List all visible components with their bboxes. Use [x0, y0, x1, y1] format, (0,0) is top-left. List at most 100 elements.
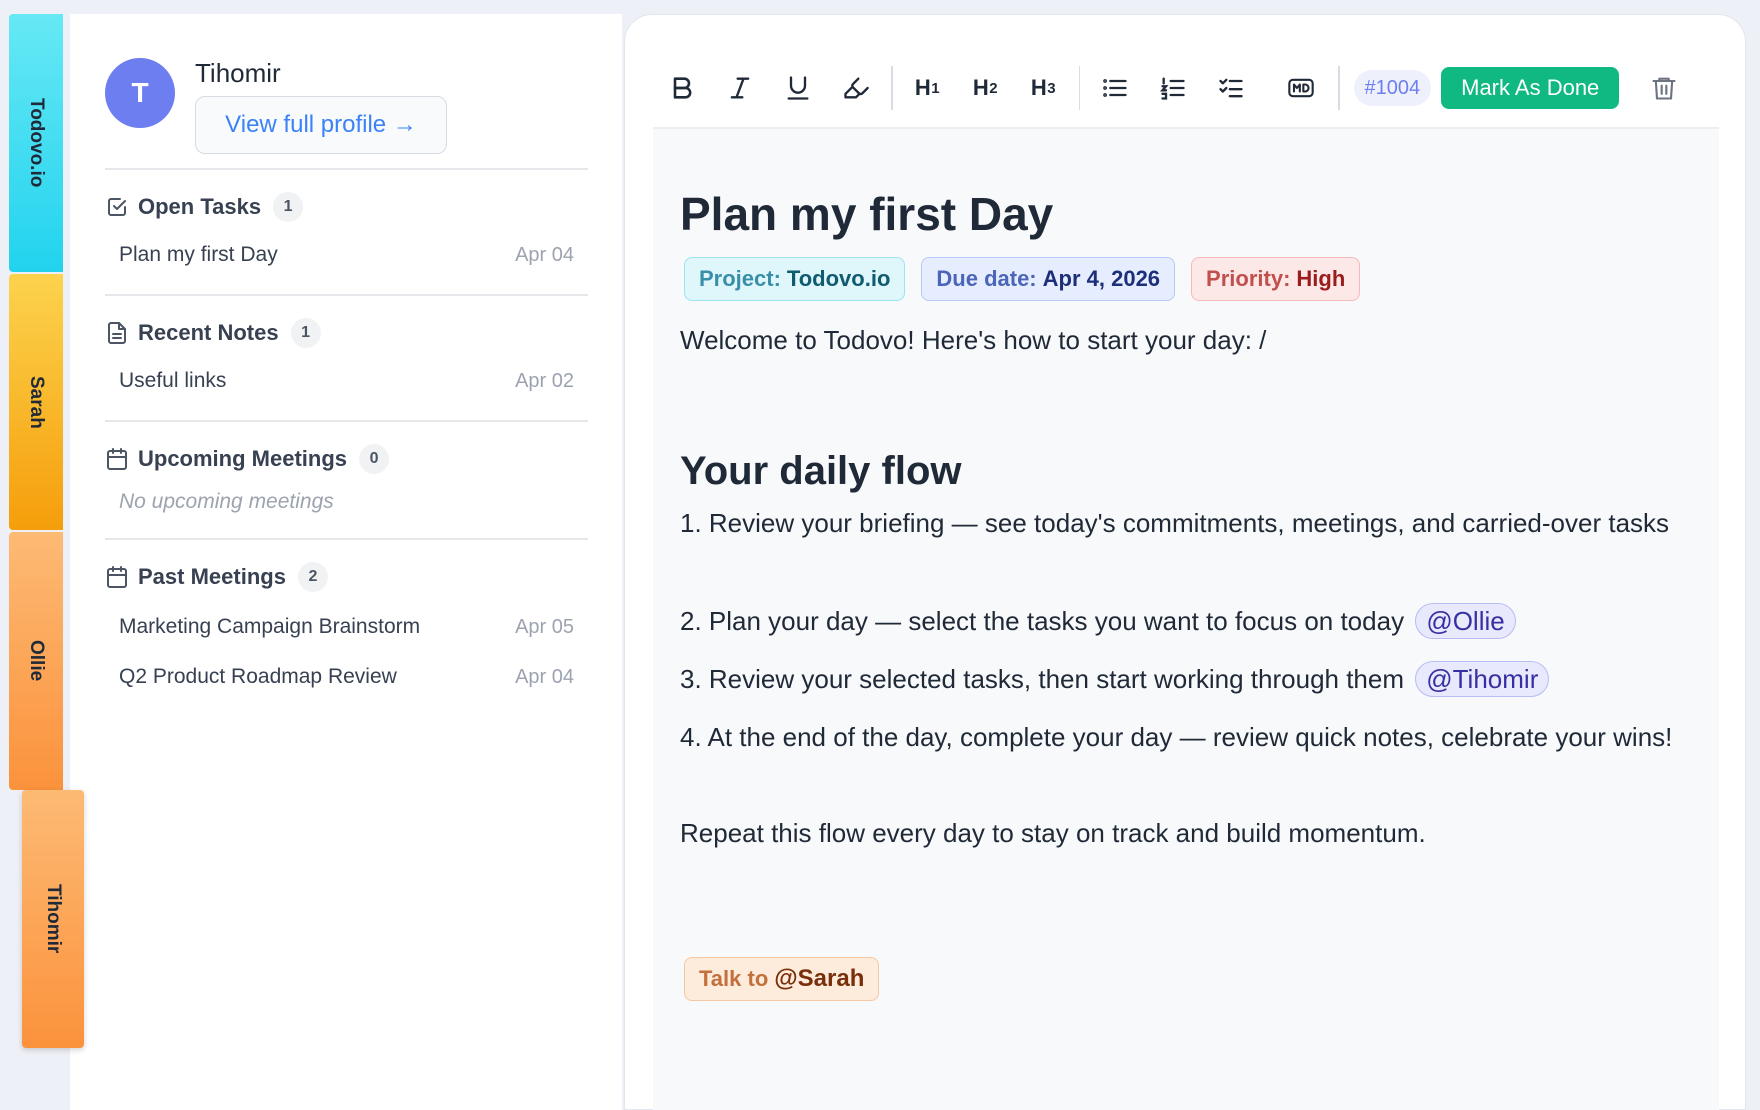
meeting-item[interactable]: Q2 Product Roadmap Review Apr 04 — [105, 652, 588, 702]
tab-sarah-label: Sarah — [26, 375, 47, 429]
bullet-list-button[interactable] — [1086, 63, 1144, 113]
section-heading: Your daily flow — [680, 449, 962, 493]
calendar-icon — [107, 566, 127, 588]
step-2: 2. Plan your day — select the tasks you … — [680, 599, 1690, 643]
talk-key: Talk to — [699, 966, 769, 991]
due-key: Due date: — [936, 266, 1037, 291]
tab-ollie[interactable]: Ollie — [9, 532, 63, 790]
step-1: 1. Review your briefing — see today's co… — [680, 501, 1690, 545]
past-meetings-count: 2 — [297, 562, 328, 592]
tab-todovo[interactable]: Todovo.io — [9, 14, 63, 272]
delete-button[interactable] — [1635, 63, 1693, 113]
project-value: Todovo.io — [786, 266, 891, 291]
step-4: 4. At the end of the day, complete your … — [680, 715, 1690, 759]
sidebar-panel: T Tihomir View full profile → Open Tasks… — [70, 14, 622, 1110]
underline-icon — [787, 76, 809, 100]
step-3: 3. Review your selected tasks, then star… — [680, 657, 1690, 701]
tab-tihomir-label: Tihomir — [43, 884, 64, 954]
checklist-button[interactable] — [1202, 63, 1260, 113]
markdown-button[interactable] — [1272, 63, 1330, 113]
italic-icon — [730, 77, 750, 99]
divider — [105, 168, 588, 170]
bullet-list-icon — [1103, 79, 1127, 97]
tab-ollie-label: Ollie — [26, 640, 47, 682]
step-1-text: 1. Review your briefing — see today's co… — [680, 508, 1670, 538]
note-item-label: Useful links — [119, 369, 227, 392]
task-item-label: Plan my first Day — [119, 243, 278, 266]
numbered-list-button[interactable] — [1144, 63, 1202, 113]
checklist-icon — [1219, 78, 1243, 98]
bold-button[interactable] — [653, 63, 711, 113]
empty-meetings-text: No upcoming meetings — [119, 490, 334, 513]
closing-text: Repeat this flow every day to stay on tr… — [680, 818, 1426, 848]
step-4-text: 4. At the end of the day, complete your … — [680, 722, 1673, 752]
recent-notes-title: Recent Notes — [138, 320, 279, 345]
underline-button[interactable] — [769, 63, 827, 113]
view-profile-button[interactable]: View full profile → — [195, 96, 447, 154]
italic-button[interactable] — [711, 63, 769, 113]
project-badge[interactable]: Project: Todovo.io — [684, 257, 906, 301]
document-title[interactable]: Plan my first Day — [680, 187, 1053, 241]
divider — [105, 294, 588, 296]
meeting-item[interactable]: Marketing Campaign Brainstorm Apr 05 — [105, 602, 588, 652]
note-item-date: Apr 02 — [515, 369, 574, 392]
meeting-item-label: Marketing Campaign Brainstorm — [119, 615, 421, 638]
h1-sub: 1 — [931, 79, 941, 97]
mention-chip[interactable]: @Tihomir — [1415, 661, 1550, 697]
priority-value: High — [1296, 266, 1346, 291]
heading3-button[interactable]: H3 — [1015, 63, 1073, 113]
meeting-item-label: Q2 Product Roadmap Review — [119, 665, 397, 688]
tab-tihomir[interactable]: Tihomir — [22, 790, 84, 1048]
open-tasks-title: Open Tasks — [138, 194, 262, 219]
tab-todovo-label: Todovo.io — [26, 98, 47, 188]
calendar-icon — [107, 448, 127, 470]
note-item[interactable]: Useful links Apr 02 — [105, 356, 588, 406]
meeting-item-date: Apr 04 — [515, 665, 574, 688]
mark-as-done-button[interactable]: Mark As Done — [1441, 67, 1620, 109]
talk-value: @Sarah — [774, 965, 865, 992]
divider — [105, 420, 588, 422]
upcoming-meetings-count: 0 — [359, 444, 390, 474]
bold-icon — [673, 77, 692, 99]
checkbox-icon — [108, 198, 126, 216]
upcoming-meetings-title: Upcoming Meetings — [138, 446, 348, 471]
h2-sub: 2 — [989, 79, 999, 97]
past-meetings-title: Past Meetings — [138, 564, 286, 589]
open-tasks-section: Open Tasks 1 Plan my first Day Apr 04 — [105, 168, 588, 280]
avatar[interactable]: T — [105, 58, 175, 128]
task-item-date: Apr 04 — [515, 243, 574, 266]
highlighter-icon — [844, 77, 869, 99]
toolbar-separator — [891, 66, 893, 110]
highlight-button[interactable] — [827, 63, 885, 113]
open-tasks-count: 1 — [273, 192, 304, 222]
document-content[interactable]: Plan my first Day Project: Todovo.io Due… — [653, 127, 1719, 1110]
metadata-badges: Project: Todovo.io Due date: Apr 4, 2026… — [684, 257, 1361, 301]
recent-notes-count: 1 — [290, 318, 321, 348]
step-2-text: 2. Plan your day — select the tasks you … — [680, 606, 1405, 636]
trash-icon — [1652, 77, 1676, 100]
tab-sarah[interactable]: Sarah — [9, 274, 63, 530]
h3-sub: 3 — [1047, 79, 1057, 97]
step-3-text: 3. Review your selected tasks, then star… — [680, 664, 1405, 694]
task-item[interactable]: Plan my first Day Apr 04 — [105, 230, 588, 280]
toolbar-separator — [1338, 66, 1340, 110]
due-date-badge[interactable]: Due date: Apr 4, 2026 — [921, 257, 1176, 301]
heading2-button[interactable]: H2 — [957, 63, 1015, 113]
h3-label: H — [1030, 75, 1048, 100]
mention-chip[interactable]: @Ollie — [1415, 603, 1516, 639]
upcoming-meetings-section: Upcoming Meetings 0 No upcoming meetings — [105, 420, 588, 526]
priority-badge[interactable]: Priority: High — [1191, 257, 1361, 301]
divider — [105, 538, 588, 540]
recent-notes-section: Recent Notes 1 Useful links Apr 02 — [105, 294, 588, 406]
editor-panel: H1 H2 H3 #1004 Mark As Done Plan my firs… — [624, 14, 1746, 1110]
numbered-list-icon — [1159, 77, 1185, 100]
h2-label: H — [972, 75, 990, 100]
heading1-button[interactable]: H1 — [899, 63, 957, 113]
editor-toolbar: H1 H2 H3 #1004 Mark As Done — [653, 63, 1723, 113]
talk-to-badge[interactable]: Talk to @Sarah — [684, 957, 880, 1001]
document-icon — [108, 322, 126, 344]
h1-label: H — [914, 75, 932, 100]
past-meetings-section: Past Meetings 2 Marketing Campaign Brain… — [105, 538, 588, 702]
due-value: Apr 4, 2026 — [1042, 266, 1161, 291]
profile-name: Tihomir — [195, 58, 281, 88]
